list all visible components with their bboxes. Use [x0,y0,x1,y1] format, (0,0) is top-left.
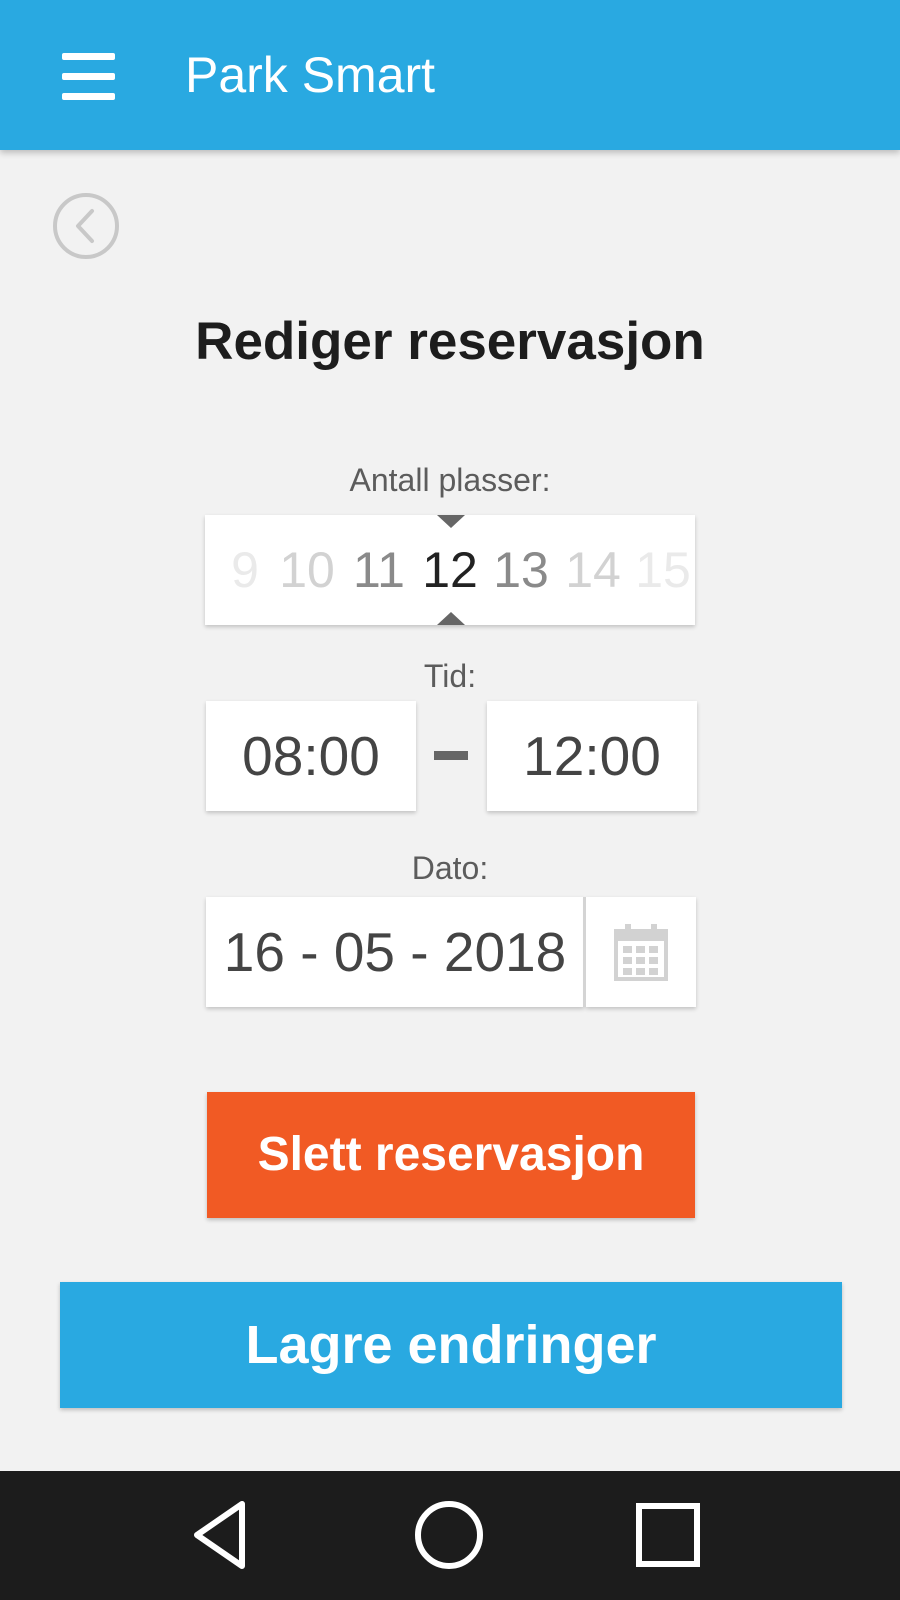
date-field[interactable]: 16 - 05 - 2018 [206,897,584,1007]
chevron-left-circle-icon[interactable] [52,192,120,260]
date-label: Dato: [411,850,489,886]
time-label: Tid: [423,658,477,694]
date-divider [583,897,586,1007]
spots-number-picker[interactable]: 9 10 11 12 13 14 15 [205,515,695,625]
circle-home-icon[interactable] [399,1485,499,1585]
picker-option[interactable]: 13 [481,515,561,625]
picker-bottom-caret-icon [437,612,465,625]
picker-option[interactable]: 11 [339,515,419,625]
app-title: Park Smart [185,47,436,103]
app-bar: Park Smart [0,0,900,150]
picker-option[interactable]: 10 [267,515,347,625]
delete-reservation-button[interactable]: Slett reservasjon [207,1092,695,1218]
picker-top-caret-icon [437,515,465,528]
start-time-field[interactable]: 08:00 [206,701,416,811]
save-changes-button[interactable]: Lagre endringer [60,1282,842,1408]
page-title: Rediger reservasjon [195,312,705,371]
time-range-dash [434,751,468,760]
picker-option[interactable]: 14 [553,515,633,625]
picker-option-selected[interactable]: 12 [410,515,490,625]
end-time-field[interactable]: 12:00 [487,701,697,811]
calendar-button[interactable] [586,897,696,1007]
system-nav-bar [0,1471,900,1600]
square-recents-icon[interactable] [618,1485,718,1585]
picker-option[interactable]: 15 [623,515,695,625]
spots-label: Antall plasser: [349,462,551,498]
calendar-icon [614,924,668,981]
hamburger-menu-icon[interactable] [48,40,128,112]
triangle-back-icon[interactable] [172,1485,272,1585]
